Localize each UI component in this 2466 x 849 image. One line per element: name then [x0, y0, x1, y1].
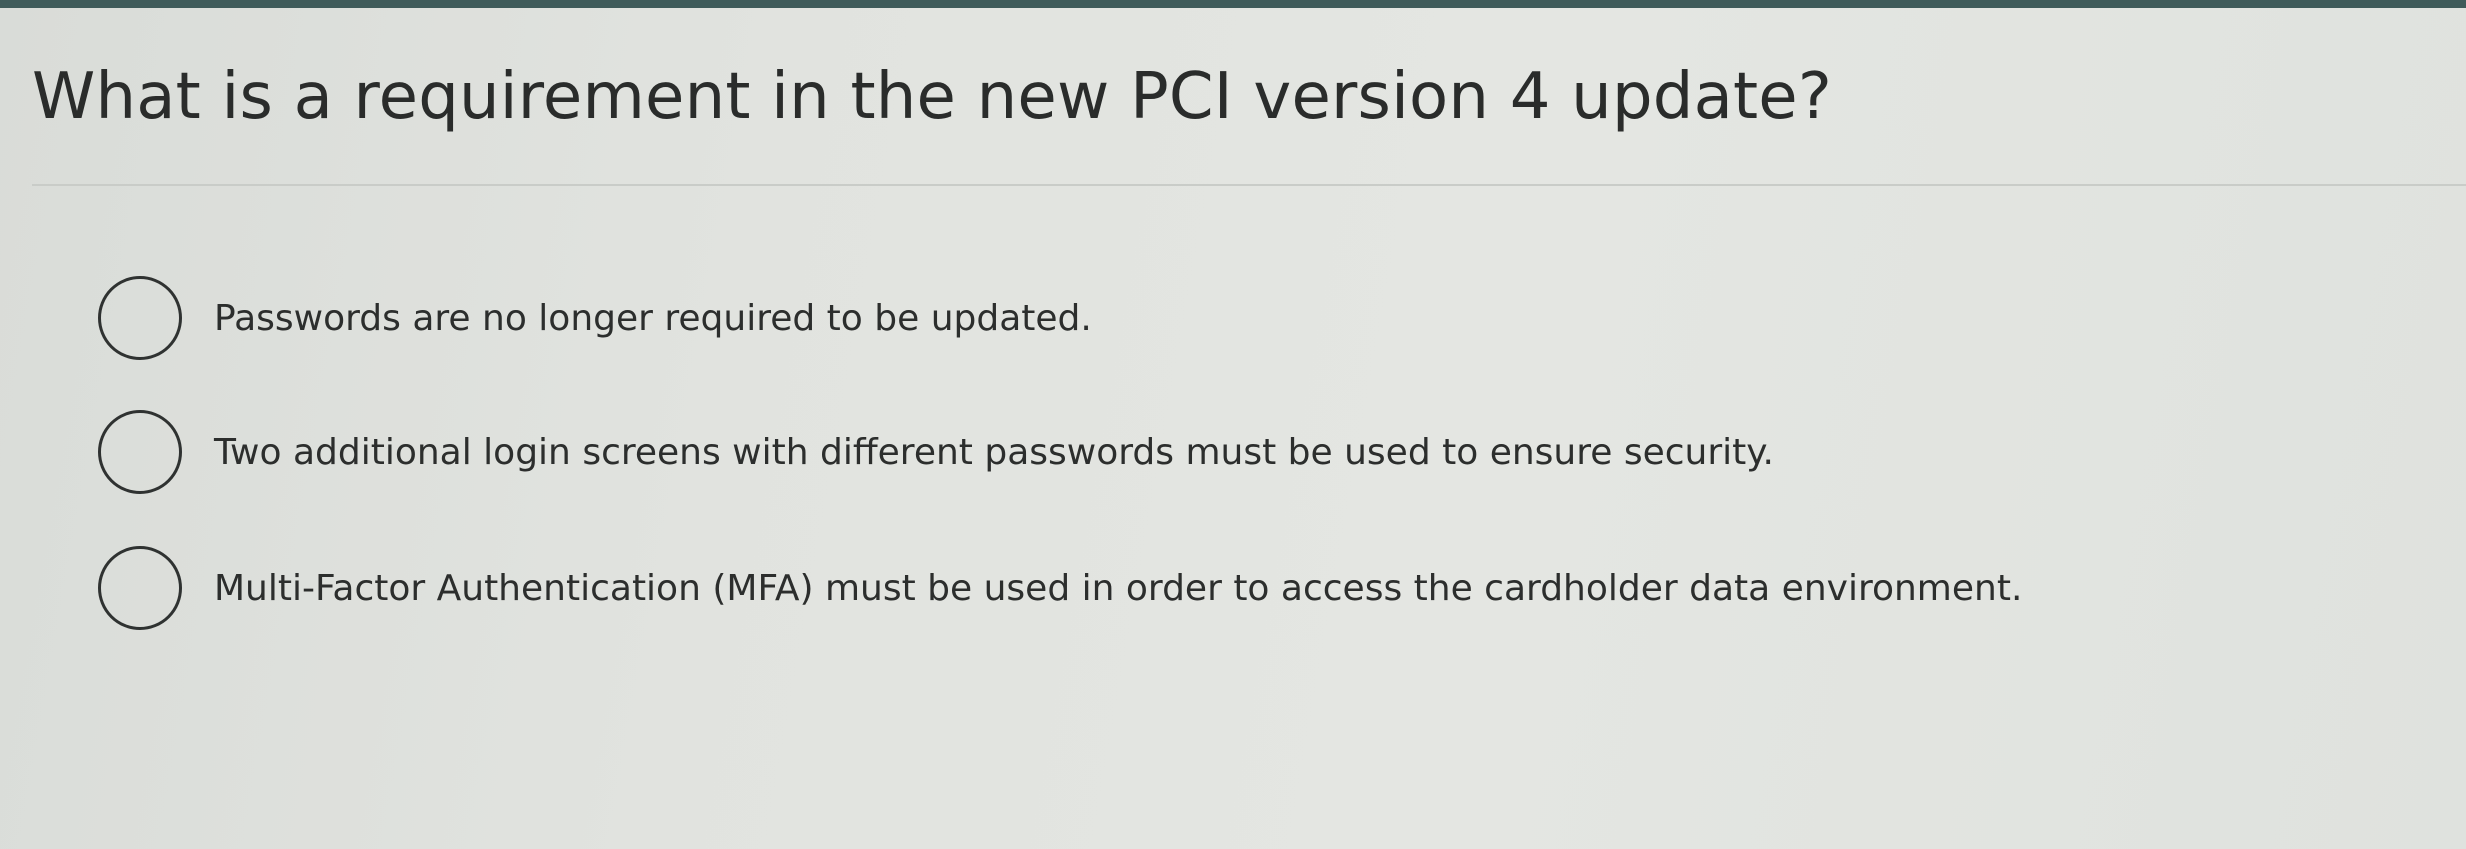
question-text: What is a requirement in the new PCI ver…: [32, 60, 1833, 134]
answer-option[interactable]: Two additional login screens with differ…: [98, 404, 1774, 500]
radio-button-icon[interactable]: [98, 276, 182, 360]
radio-button-icon[interactable]: [98, 546, 182, 630]
answer-option-label[interactable]: Multi-Factor Authentication (MFA) must b…: [214, 568, 2022, 609]
radio-button-icon[interactable]: [98, 410, 182, 494]
question-card: What is a requirement in the new PCI ver…: [0, 8, 2466, 849]
answer-option[interactable]: Multi-Factor Authentication (MFA) must b…: [98, 540, 2022, 636]
answer-option[interactable]: Passwords are no longer required to be u…: [98, 270, 1092, 366]
divider: [32, 184, 2466, 186]
top-bar: [0, 0, 2466, 8]
answer-option-label[interactable]: Two additional login screens with differ…: [214, 432, 1774, 473]
answer-option-label[interactable]: Passwords are no longer required to be u…: [214, 298, 1092, 339]
